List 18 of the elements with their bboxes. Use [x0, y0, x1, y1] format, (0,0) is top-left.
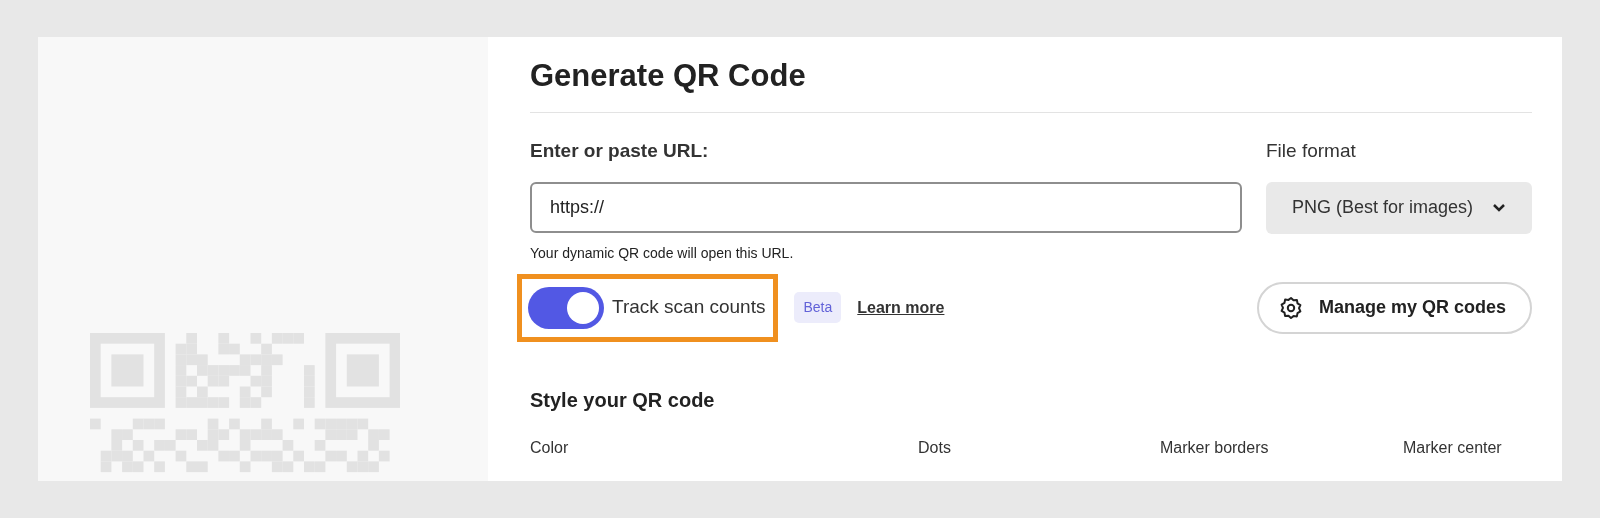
url-field[interactable]: https:// — [530, 181, 1242, 233]
file-format-label: File format — [1266, 139, 1357, 164]
column-label: Marker borders — [1160, 438, 1269, 456]
page-title: Generate QR Code — [530, 57, 1532, 114]
chevron-down-icon — [1492, 203, 1506, 213]
file-format-dropdown[interactable]: PNG (Best for images) — [1266, 181, 1532, 234]
learn-more-link[interactable]: Learn more — [857, 295, 945, 320]
column-label: Dots — [918, 438, 951, 456]
toggle-label: Track scan counts — [612, 295, 766, 320]
section-heading: Style your QR code — [530, 387, 716, 412]
manage-qr-codes-button[interactable]: Manage my QR codes — [1256, 281, 1532, 334]
column-label: Marker center — [1403, 438, 1502, 456]
url-label: Enter or paste URL: — [530, 139, 710, 164]
beta-badge: Beta — [794, 292, 842, 324]
helper-text: Your dynamic QR code will open this URL. — [530, 243, 795, 263]
settings-icon — [1278, 295, 1303, 320]
column-label: Color — [530, 438, 569, 456]
toggle-switch[interactable] — [528, 286, 604, 329]
